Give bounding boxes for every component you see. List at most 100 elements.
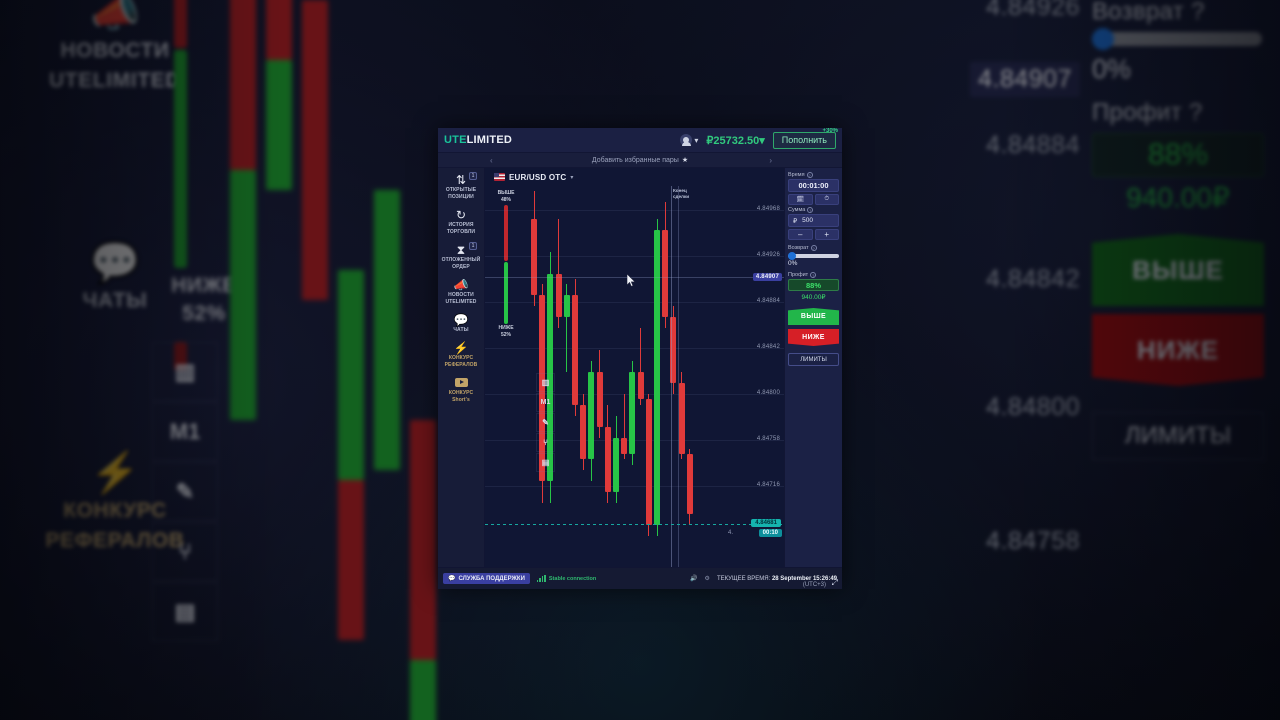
candle-body	[572, 295, 578, 405]
sidebar-item-label: ТОРГОВЛИ	[446, 229, 476, 235]
favorites-bar: ‹ Добавить избранные пары ★ ›	[438, 153, 842, 168]
sidebar-item-label: ЧАТЫ	[453, 327, 469, 333]
background-price-tick: 4.84884	[986, 131, 1080, 160]
sidebar-item-0[interactable]: ⇅ ОТКРЫТЫЕ ПОЗИЦИИ 1	[438, 170, 484, 205]
account-menu[interactable]: ▾	[680, 134, 698, 146]
profit-label: Профит?	[788, 272, 817, 278]
amount-input[interactable]: ₽ 500	[788, 214, 839, 227]
amount-label: Сумма?	[788, 207, 814, 213]
connection-status: Stable connection	[536, 575, 597, 582]
support-chat-icon: 💬	[448, 576, 456, 582]
amount-help-icon[interactable]: ?	[807, 207, 814, 213]
sidebar-item-5[interactable]: ⚡ КОНКУРС РЕФЕРАЛОВ	[438, 338, 484, 373]
background-price-tick: 4.84842	[986, 264, 1080, 293]
return-slider-knob[interactable]	[788, 252, 796, 260]
candle-body	[580, 404, 587, 460]
background-return-value: 0%	[1092, 54, 1132, 84]
time-value[interactable]: 00:01:00	[788, 179, 839, 192]
amount-decrement-button[interactable]: –	[788, 229, 813, 240]
favorites-label[interactable]: Добавить избранные пары	[592, 157, 679, 164]
background-up-button: ВЫШЕ	[1092, 234, 1264, 306]
return-slider[interactable]	[788, 252, 839, 260]
price-axis-tick: 4.84716	[756, 481, 780, 488]
deposit-button[interactable]: Пополнить +30%	[772, 128, 838, 149]
price-axis-tick: 4.84884	[756, 297, 780, 304]
sidebar-item-4[interactable]: 💬 ЧАТЫ	[438, 310, 484, 338]
background-candle	[374, 190, 400, 470]
candle-body	[531, 218, 537, 296]
sidebar-item-3[interactable]: 📣 НОВОСТИ UTELIMITED	[438, 275, 484, 310]
settings-gear-icon[interactable]: ⚙	[705, 575, 710, 582]
candle-body	[686, 454, 693, 515]
limits-button[interactable]: ЛИМИТЫ	[788, 353, 839, 366]
background-candle	[230, 170, 256, 420]
background-return-slider	[1092, 28, 1262, 50]
candle-body	[563, 295, 570, 318]
background-candle	[266, 0, 292, 60]
favorites-next-icon[interactable]: ›	[769, 156, 772, 165]
profit-help-icon[interactable]: ?	[810, 272, 817, 278]
candle-body	[678, 382, 685, 454]
profit-money: 940.00₽	[801, 294, 826, 301]
sidebar-item-1[interactable]: ↻ ИСТОРИЯ ТОРГОВЛИ	[438, 205, 484, 240]
background-candles-clone	[230, 0, 445, 720]
background-candle	[266, 60, 292, 190]
candle-body	[555, 273, 562, 318]
deal-countdown: 00:10	[758, 529, 782, 538]
deal-deadline-line	[671, 186, 672, 567]
current-time-label: ТЕКУЩЕЕ ВРЕМЯ:	[716, 575, 771, 582]
candle-body	[621, 437, 628, 454]
sidebar-item-2[interactable]: ⧗ ОТЛОЖЕННЫЙ ОРДЕР 1	[438, 240, 484, 275]
pair-selector[interactable]: EUR/USD OTC ▾	[485, 168, 784, 186]
draw-icon[interactable]: ✎	[536, 413, 555, 432]
deposit-badge: +30%	[822, 128, 838, 134]
candle-body	[604, 426, 611, 493]
return-help-icon[interactable]: ?	[810, 245, 817, 251]
time-mode-calendar-button[interactable]: 🗓	[788, 194, 813, 205]
screenshot-root: ОРДЕР📣НОВОСТИUTELIMITED💬ЧАТЫ⚡КОНКУРСРЕФЕ…	[0, 0, 1280, 720]
sidebar-item-badge: 1	[469, 172, 477, 180]
candle-body	[637, 371, 644, 400]
background-tool-icon: M1	[152, 402, 218, 461]
sidebar-item-badge: 1	[469, 242, 477, 250]
balance-amount: ₽25732.50	[706, 134, 760, 147]
return-value: 0%	[788, 260, 798, 267]
sidebar-item-icon: 💬	[453, 313, 469, 327]
deal-deadline-line-secondary	[678, 186, 679, 567]
favorites-star-icon[interactable]: ★	[682, 156, 688, 164]
chart-type-icon[interactable]: ▥	[536, 373, 555, 392]
sidebar-item-label: ОРДЕР	[452, 264, 470, 270]
mouse-cursor	[627, 274, 636, 287]
background-profit-money: 940.00₽	[1126, 182, 1230, 213]
background-tool-icon: ⑂	[152, 522, 218, 581]
amount-increment-button[interactable]: +	[814, 229, 839, 240]
time-mode-clock-button[interactable]: ⏱	[814, 194, 839, 205]
sidebar-item-6[interactable]: КОНКУРС Short's	[438, 373, 484, 408]
candle-body	[596, 371, 603, 427]
background-return-label: Возврат ?	[1092, 0, 1205, 25]
support-button[interactable]: 💬 СЛУЖБА ПОДДЕРЖКИ	[443, 573, 530, 584]
fullscreen-icon[interactable]: ⤢	[832, 578, 838, 588]
indicator-icon[interactable]: ⑂	[536, 433, 555, 452]
candle-body	[629, 371, 636, 454]
background-candle	[338, 480, 364, 640]
candle-body	[588, 371, 595, 460]
current-price-badge: 4.84681	[751, 519, 781, 528]
app-logo[interactable]: UTELIMITED	[444, 134, 512, 146]
chart-tools-rail: ▥ M1 ✎ ⑂ ▤	[536, 373, 555, 473]
background-candle	[410, 420, 436, 660]
connection-label: Stable connection	[548, 575, 597, 582]
sound-icon[interactable]: 🔊	[690, 575, 697, 582]
deposit-label: Пополнить	[781, 135, 827, 145]
background-price-tick: 4.84800	[986, 393, 1080, 422]
buy-lower-button[interactable]: НИЖЕ	[788, 329, 839, 346]
time-help-icon[interactable]: ?	[806, 172, 813, 178]
sidebar-item-icon: ↻	[455, 208, 467, 222]
price-axis-tick: 4.84926	[756, 252, 780, 258]
balance-display[interactable]: ₽25732.50▾	[706, 134, 764, 147]
favorites-prev-icon[interactable]: ‹	[490, 156, 493, 165]
background-tools-clone: ▥ M1 ✎ ⑂ ▤	[152, 342, 218, 642]
eraser-icon[interactable]: ▤	[536, 453, 555, 472]
timeframe-icon[interactable]: M1	[536, 393, 555, 412]
buy-higher-button[interactable]: ВЫШЕ	[788, 308, 839, 325]
